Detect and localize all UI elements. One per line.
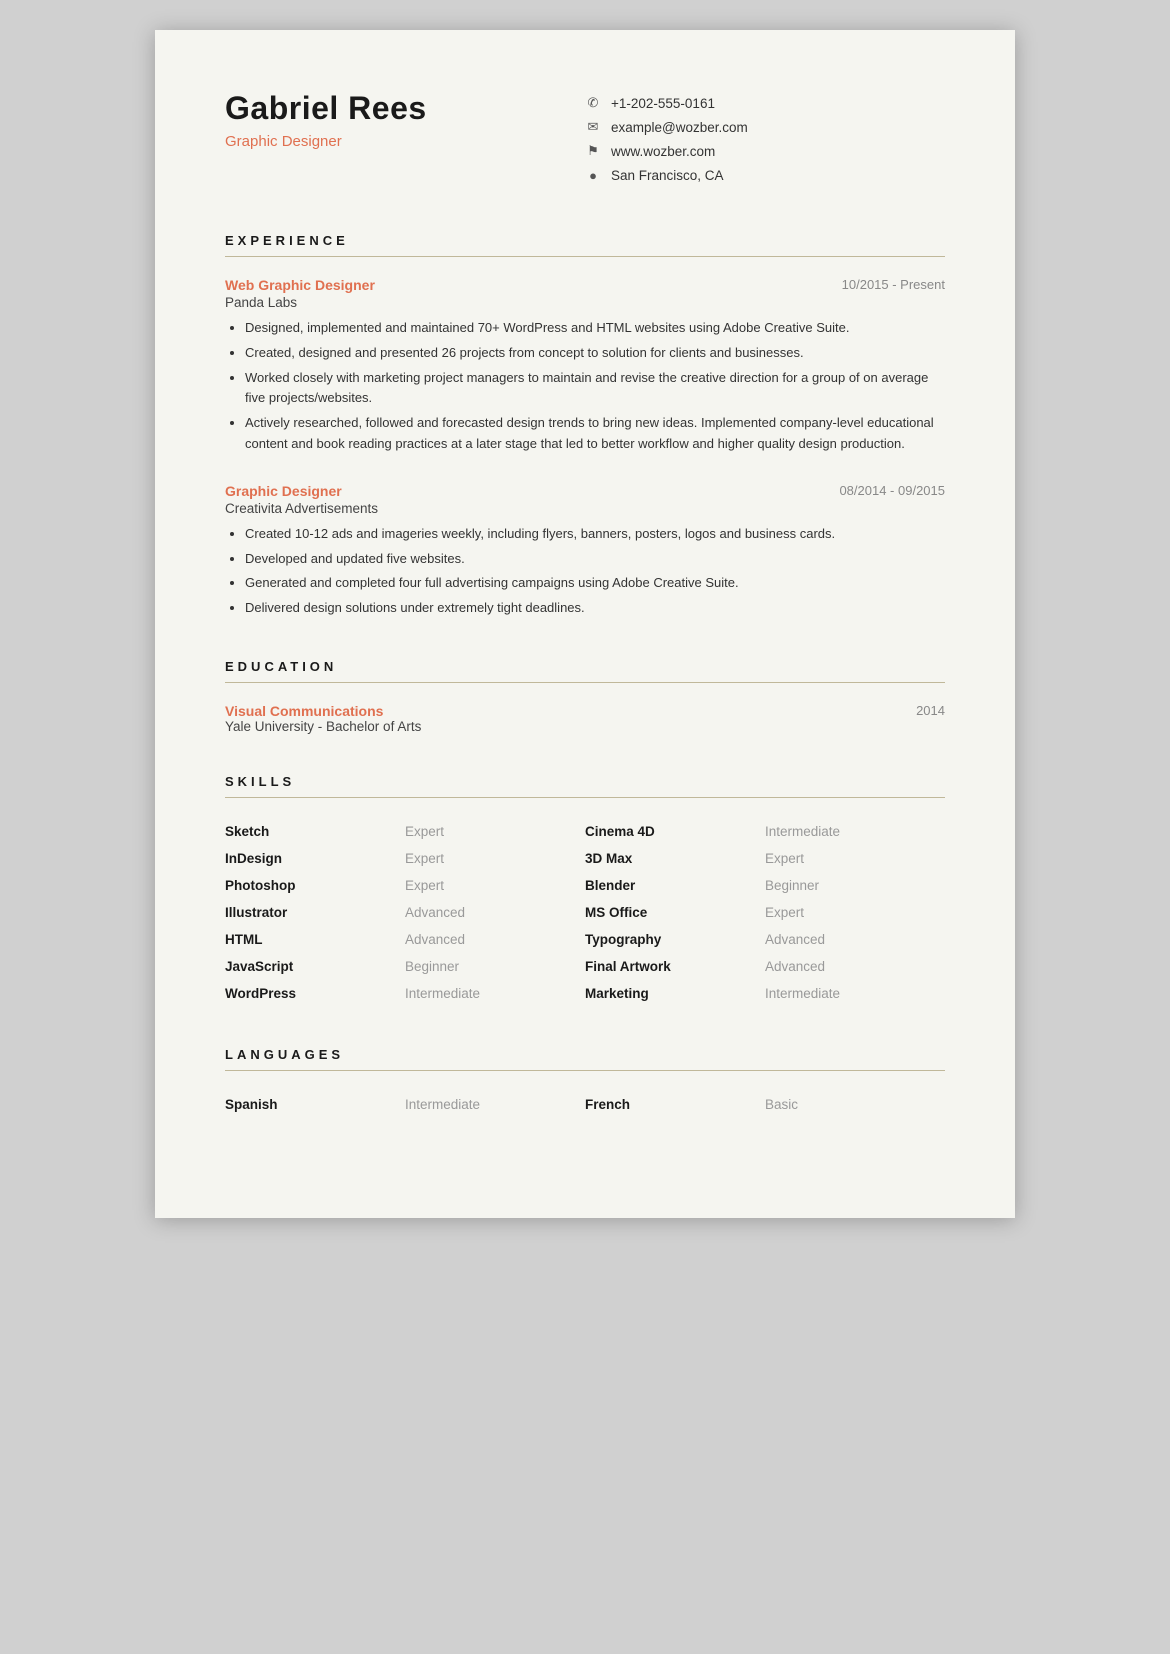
skill-level-cinema4d: Intermediate xyxy=(765,818,945,845)
skill-name-msoffice: MS Office xyxy=(585,899,765,926)
edu-item-1: Visual Communications 2014 Yale Universi… xyxy=(225,703,945,734)
experience-divider xyxy=(225,256,945,257)
resume-page: Gabriel Rees Graphic Designer ✆ +1-202-5… xyxy=(155,30,1015,1218)
skill-name-3dmax: 3D Max xyxy=(585,845,765,872)
email-icon: ✉ xyxy=(585,119,601,135)
lang-level-french: Basic xyxy=(765,1091,945,1118)
exp-bullet-2-2: Developed and updated five websites. xyxy=(245,549,945,570)
contact-location: ● San Francisco, CA xyxy=(585,167,724,183)
exp-bullet-1-1: Designed, implemented and maintained 70+… xyxy=(245,318,945,339)
skill-level-photoshop: Expert xyxy=(405,872,585,899)
languages-divider xyxy=(225,1070,945,1071)
languages-section: LANGUAGES Spanish Intermediate French Ba… xyxy=(225,1047,945,1118)
skills-section-title: SKILLS xyxy=(225,774,945,789)
email-value: example@wozber.com xyxy=(611,120,748,135)
exp-company-1: Panda Labs xyxy=(225,295,945,310)
skill-level-finalartwork: Advanced xyxy=(765,953,945,980)
languages-section-header: LANGUAGES xyxy=(225,1047,945,1071)
candidate-name: Gabriel Rees xyxy=(225,90,585,127)
education-section: EDUCATION Visual Communications 2014 Yal… xyxy=(225,659,945,734)
location-value: San Francisco, CA xyxy=(611,168,724,183)
skill-name-indesign: InDesign xyxy=(225,845,405,872)
exp-header-1: Web Graphic Designer 10/2015 - Present xyxy=(225,277,945,293)
skill-name-finalartwork: Final Artwork xyxy=(585,953,765,980)
location-icon: ● xyxy=(585,167,601,183)
contact-phone: ✆ +1-202-555-0161 xyxy=(585,95,715,111)
website-value: www.wozber.com xyxy=(611,144,715,159)
exp-item-2: Graphic Designer 08/2014 - 09/2015 Creat… xyxy=(225,483,945,619)
edu-degree-1: Visual Communications xyxy=(225,703,383,719)
skill-name-illustrator: Illustrator xyxy=(225,899,405,926)
edu-institution-1: Yale University - Bachelor of Arts xyxy=(225,719,945,734)
candidate-title: Graphic Designer xyxy=(225,133,585,150)
skill-name-marketing: Marketing xyxy=(585,980,765,1007)
skill-name-photoshop: Photoshop xyxy=(225,872,405,899)
skill-level-indesign: Expert xyxy=(405,845,585,872)
header-left: Gabriel Rees Graphic Designer xyxy=(225,90,585,150)
exp-bullets-2: Created 10-12 ads and imageries weekly, … xyxy=(225,524,945,619)
exp-bullet-1-4: Actively researched, followed and foreca… xyxy=(245,413,945,455)
education-section-header: EDUCATION xyxy=(225,659,945,683)
exp-date-1: 10/2015 - Present xyxy=(842,277,945,292)
lang-level-spanish: Intermediate xyxy=(405,1091,585,1118)
skill-level-illustrator: Advanced xyxy=(405,899,585,926)
exp-company-2: Creativita Advertisements xyxy=(225,501,945,516)
skill-name-html: HTML xyxy=(225,926,405,953)
skill-level-blender: Beginner xyxy=(765,872,945,899)
languages-section-title: LANGUAGES xyxy=(225,1047,945,1062)
education-section-title: EDUCATION xyxy=(225,659,945,674)
skill-level-typography: Advanced xyxy=(765,926,945,953)
skill-level-html: Advanced xyxy=(405,926,585,953)
header: Gabriel Rees Graphic Designer ✆ +1-202-5… xyxy=(225,90,945,183)
skills-section-header: SKILLS xyxy=(225,774,945,798)
lang-name-french: French xyxy=(585,1091,765,1118)
skill-level-javascript: Beginner xyxy=(405,953,585,980)
exp-bullet-1-2: Created, designed and presented 26 proje… xyxy=(245,343,945,364)
header-right: ✆ +1-202-555-0161 ✉ example@wozber.com ⚑… xyxy=(585,90,945,183)
lang-name-spanish: Spanish xyxy=(225,1091,405,1118)
skill-level-msoffice: Expert xyxy=(765,899,945,926)
edu-header-1: Visual Communications 2014 xyxy=(225,703,945,719)
exp-header-2: Graphic Designer 08/2014 - 09/2015 xyxy=(225,483,945,499)
skill-name-cinema4d: Cinema 4D xyxy=(585,818,765,845)
skills-divider xyxy=(225,797,945,798)
experience-section-header: EXPERIENCE xyxy=(225,233,945,257)
website-icon: ⚑ xyxy=(585,143,601,159)
phone-icon: ✆ xyxy=(585,95,601,111)
skills-grid: Sketch Expert Cinema 4D Intermediate InD… xyxy=(225,818,945,1007)
phone-value: +1-202-555-0161 xyxy=(611,96,715,111)
skill-level-wordpress: Intermediate xyxy=(405,980,585,1007)
experience-section: EXPERIENCE Web Graphic Designer 10/2015 … xyxy=(225,233,945,619)
exp-date-2: 08/2014 - 09/2015 xyxy=(839,483,945,498)
skill-name-javascript: JavaScript xyxy=(225,953,405,980)
skill-level-3dmax: Expert xyxy=(765,845,945,872)
experience-section-title: EXPERIENCE xyxy=(225,233,945,248)
exp-bullets-1: Designed, implemented and maintained 70+… xyxy=(225,318,945,455)
exp-bullet-1-3: Worked closely with marketing project ma… xyxy=(245,368,945,410)
education-divider xyxy=(225,682,945,683)
skill-name-typography: Typography xyxy=(585,926,765,953)
skill-name-wordpress: WordPress xyxy=(225,980,405,1007)
skill-name-sketch: Sketch xyxy=(225,818,405,845)
contact-email: ✉ example@wozber.com xyxy=(585,119,748,135)
exp-job-title-2: Graphic Designer xyxy=(225,483,342,499)
exp-job-title-1: Web Graphic Designer xyxy=(225,277,375,293)
exp-bullet-2-4: Delivered design solutions under extreme… xyxy=(245,598,945,619)
skill-level-sketch: Expert xyxy=(405,818,585,845)
skill-name-blender: Blender xyxy=(585,872,765,899)
languages-grid: Spanish Intermediate French Basic xyxy=(225,1091,945,1118)
exp-bullet-2-1: Created 10-12 ads and imageries weekly, … xyxy=(245,524,945,545)
exp-item-1: Web Graphic Designer 10/2015 - Present P… xyxy=(225,277,945,455)
skill-level-marketing: Intermediate xyxy=(765,980,945,1007)
skills-section: SKILLS Sketch Expert Cinema 4D Intermedi… xyxy=(225,774,945,1007)
edu-year-1: 2014 xyxy=(916,703,945,718)
exp-bullet-2-3: Generated and completed four full advert… xyxy=(245,573,945,594)
contact-website: ⚑ www.wozber.com xyxy=(585,143,715,159)
